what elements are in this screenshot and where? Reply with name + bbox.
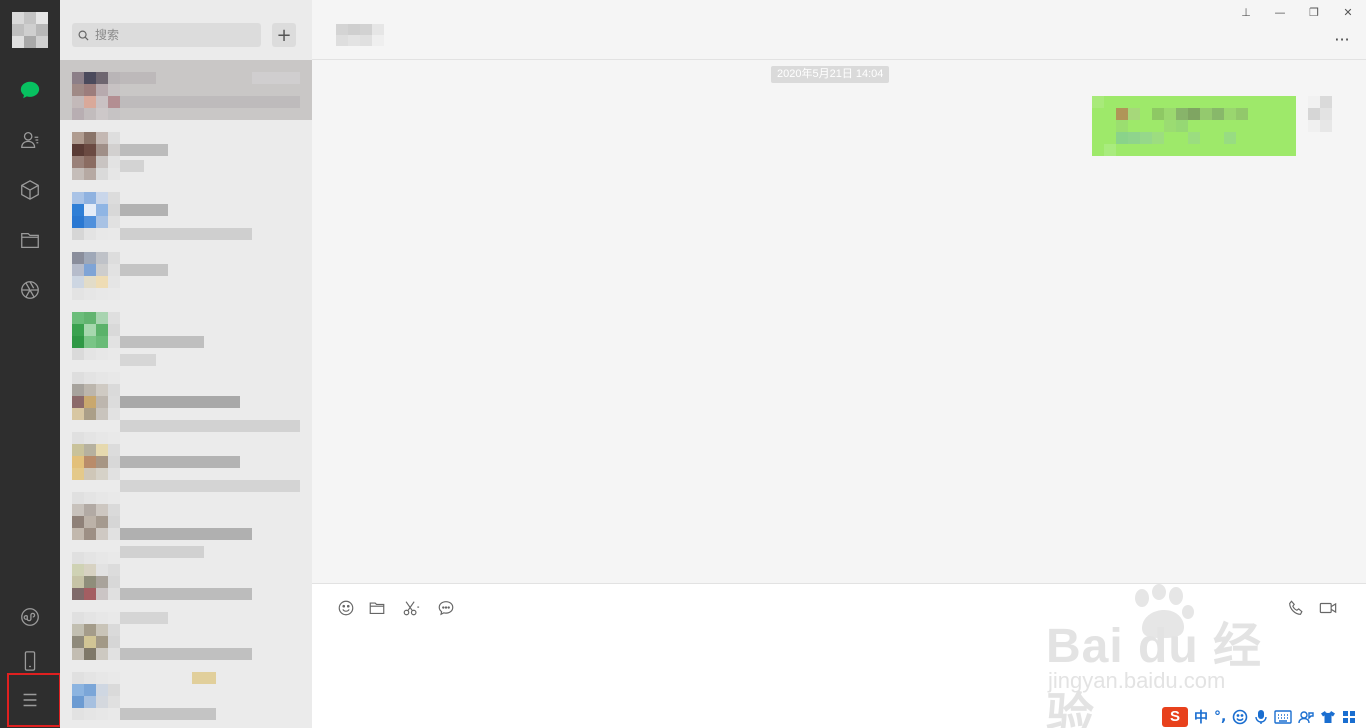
baidu-jingyan-watermark: Bai du 经验 jingyan.baidu.com [1046, 584, 1296, 728]
chat-list-item[interactable] [60, 300, 312, 366]
chat-list-item[interactable] [60, 120, 312, 180]
avatar[interactable] [12, 12, 48, 48]
search-icon [78, 30, 89, 41]
contact-avatar [72, 252, 120, 300]
maximize-button[interactable]: ❐ [1304, 4, 1324, 20]
smiley-icon[interactable] [1232, 709, 1248, 725]
contact-avatar [72, 612, 120, 660]
message-bubble[interactable] [1092, 96, 1296, 156]
chat-list-item[interactable] [60, 660, 312, 720]
chat-list-item[interactable] [60, 180, 312, 240]
ime-punctuation-toggle[interactable]: °, [1214, 709, 1226, 725]
minimize-button[interactable]: — [1270, 4, 1290, 20]
mini-program-icon [21, 608, 39, 626]
chat-list-item[interactable] [60, 540, 312, 624]
chat-list-item[interactable] [60, 420, 312, 492]
chat-time [252, 72, 300, 84]
contact-avatar [72, 492, 120, 540]
mini-programs-nav-button[interactable] [12, 599, 48, 635]
folder-icon [21, 232, 39, 248]
contact-avatar [72, 672, 120, 720]
chat-bubble-icon [20, 81, 40, 99]
search-box[interactable] [72, 23, 261, 47]
chat-list-item[interactable] [60, 60, 312, 120]
chat-list-item[interactable] [60, 600, 312, 684]
last-message-preview [120, 228, 252, 240]
aperture-icon [21, 281, 39, 299]
chat-list: + [60, 0, 312, 728]
chat-title [336, 24, 384, 46]
add-button[interactable]: + [272, 23, 296, 47]
chat-list-item[interactable] [60, 480, 312, 558]
ime-toolbar: S 中 °, [1158, 705, 1366, 728]
user-chat-icon[interactable] [1298, 710, 1315, 724]
sogou-logo-icon[interactable]: S [1162, 706, 1188, 727]
more-options-button[interactable]: ··· [1332, 30, 1352, 49]
contact-avatar [72, 372, 120, 420]
message-text-blur [1092, 96, 1296, 156]
chat-history-button[interactable] [435, 597, 457, 619]
contact-avatar [72, 192, 120, 240]
contact-name [120, 264, 168, 276]
contact-name [120, 528, 252, 540]
chat-nav-button[interactable] [12, 72, 48, 108]
ime-language-toggle[interactable]: 中 [1194, 707, 1208, 727]
chat-list-item[interactable] [60, 240, 312, 300]
emoji-icon [338, 600, 354, 616]
folder-icon [369, 602, 385, 614]
pin-button[interactable]: ⊥ [1236, 4, 1256, 20]
collections-nav-button[interactable] [12, 172, 48, 208]
moments-nav-button[interactable] [12, 272, 48, 308]
contact-name [120, 396, 240, 408]
my-avatar[interactable] [1308, 96, 1332, 132]
chat-list-item[interactable] [60, 360, 312, 432]
emoji-button[interactable] [335, 597, 357, 619]
contacts-icon [21, 132, 39, 148]
contact-avatar [72, 72, 120, 120]
keyboard-icon[interactable] [1274, 709, 1293, 724]
sidebar [0, 0, 61, 728]
video-call-button[interactable] [1317, 597, 1339, 619]
contact-avatar [72, 432, 120, 480]
contact-avatar [72, 312, 120, 360]
chat-header: ⊥ — ❐ ✕ ··· [312, 0, 1366, 60]
microphone-icon[interactable] [1254, 709, 1268, 725]
send-file-button[interactable] [366, 597, 388, 619]
message-timestamp: 2020年5月21日 14:04 [771, 66, 890, 83]
watermark-url: jingyan.baidu.com [1048, 668, 1226, 693]
screenshot-button[interactable] [400, 597, 422, 619]
contact-name [120, 144, 168, 156]
contact-name [120, 708, 216, 720]
video-camera-icon [1319, 602, 1337, 614]
skin-shirt-icon[interactable] [1320, 710, 1336, 724]
last-message-preview [120, 96, 300, 108]
files-nav-button[interactable] [12, 222, 48, 258]
chat-history-icon [438, 601, 454, 616]
cube-icon [21, 180, 39, 200]
contacts-nav-button[interactable] [12, 122, 48, 158]
contact-name [120, 72, 156, 84]
scissors-icon [403, 601, 420, 616]
contact-name [120, 456, 240, 468]
contact-name [120, 648, 252, 660]
toolbox-grid-icon[interactable] [1342, 710, 1356, 724]
close-button[interactable]: ✕ [1338, 4, 1358, 20]
menu-highlight-box [7, 673, 61, 727]
contact-avatar [72, 552, 120, 600]
last-message-preview [120, 160, 144, 172]
contact-avatar [72, 132, 120, 180]
contact-name [120, 204, 168, 216]
mobile-phone-icon [24, 651, 36, 671]
search-input[interactable] [95, 28, 255, 42]
contact-name [120, 588, 252, 600]
contact-name [120, 336, 204, 348]
